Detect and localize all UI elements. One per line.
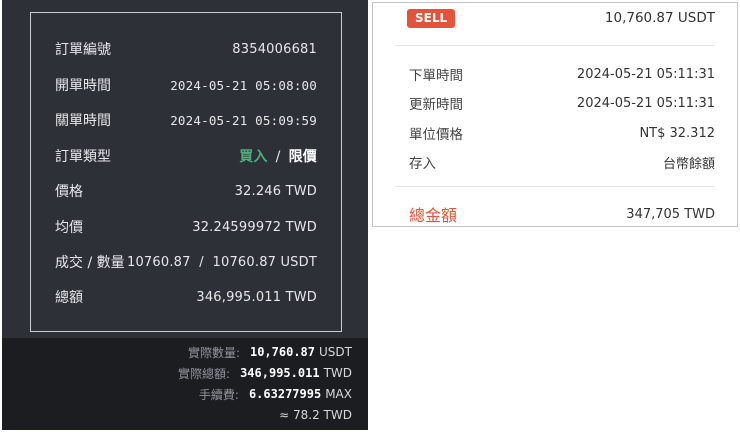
actual-total-label: 實際總額: — [178, 366, 231, 381]
type-separator: / — [275, 149, 281, 165]
filled-qty-value: 10760.87 / 10760.87 USDT — [126, 254, 317, 270]
avg-price-value: 32.24599972 TWD — [192, 219, 317, 235]
open-time-value: 2024-05-21 05:08:00 — [170, 77, 317, 93]
settlement-footer: 實際數量: 10,760.87 USDT 實際總額: 346,995.011 TWD… — [2, 338, 368, 430]
grand-total-value: 347,705 TWD — [626, 206, 715, 222]
total-value: 346,995.011 TWD — [196, 289, 317, 305]
close-time-value: 2024-05-21 05:09:59 — [170, 112, 317, 128]
order-detail-box: 訂單編號 8354006681 開單時間 2024-05-21 05:08:00… — [30, 12, 342, 332]
order-id-label: 訂單編號 — [55, 42, 111, 58]
divider — [395, 45, 715, 46]
order-type-value: 買入 / 限價 — [239, 146, 317, 166]
limit-type-text: 限價 — [288, 149, 317, 165]
sell-amount: 10,760.87 USDT — [604, 10, 715, 26]
fee-value: 6.63277995 — [248, 387, 322, 401]
actual-qty-value: 10,760.87 — [249, 345, 316, 359]
deposit-label: 存入 — [409, 156, 436, 172]
close-time-row: 關單時間 2024-05-21 05:09:59 — [55, 108, 317, 132]
price-row: 價格 32.246 TWD — [55, 179, 317, 203]
unit-price-value: NT$ 32.312 — [639, 125, 715, 141]
actual-total-value: 346,995.011 — [240, 366, 320, 380]
total-row: 總額 346,995.011 TWD — [55, 285, 317, 309]
open-time-label: 開單時間 — [55, 78, 111, 94]
sell-badge: SELL — [407, 9, 456, 28]
deposit-value: 台幣餘額 — [662, 156, 715, 172]
actual-qty-row: 實際數量: 10,760.87 USDT — [188, 342, 352, 362]
close-time-label: 關單時間 — [55, 113, 111, 129]
placed-time-label: 下單時間 — [409, 68, 463, 84]
fee-row: 手續費: 6.63277995 MAX — [199, 384, 352, 404]
price-label: 價格 — [55, 184, 83, 200]
actual-qty-group: 10,760.87 USDT — [250, 345, 352, 359]
filled-qty-row: 成交 / 數量 10760.87 / 10760.87 USDT — [55, 250, 317, 274]
filled-qty-label: 成交 / 數量 — [55, 255, 125, 271]
grand-total-row: 總金額 347,705 TWD — [409, 203, 715, 225]
actual-total-group: 346,995.011 TWD — [240, 366, 352, 380]
grand-total-label: 總金額 — [409, 206, 458, 225]
unit-price-label: 單位價格 — [409, 127, 463, 143]
actual-total-unit: TWD — [323, 366, 352, 380]
total-label: 總額 — [55, 290, 83, 306]
updated-time-row: 更新時間 2024-05-21 05:11:31 — [409, 92, 715, 114]
open-time-row: 開單時間 2024-05-21 05:08:00 — [55, 73, 317, 97]
placed-time-row: 下單時間 2024-05-21 05:11:31 — [409, 63, 715, 85]
order-type-label: 訂單類型 — [55, 149, 111, 165]
fee-unit: MAX — [325, 387, 352, 401]
unit-price-row: 單位價格 NT$ 32.312 — [409, 122, 715, 144]
order-id-row: 訂單編號 8354006681 — [55, 37, 317, 61]
avg-price-label: 均價 — [55, 220, 83, 236]
actual-qty-unit: USDT — [319, 345, 352, 359]
fee-approx-row: ≈ 78.2 TWD — [279, 405, 352, 425]
order-id-value: 8354006681 — [232, 41, 317, 57]
sell-order-card: SELL 10,760.87 USDT 下單時間 2024-05-21 05:1… — [372, 2, 738, 227]
avg-price-row: 均價 32.24599972 TWD — [55, 215, 317, 239]
buy-side-text: 買入 — [239, 149, 268, 165]
deposit-row: 存入 台幣餘額 — [409, 151, 715, 173]
price-value: 32.246 TWD — [234, 183, 317, 199]
actual-qty-label: 實際數量: — [187, 345, 240, 360]
order-detail-panel: 訂單編號 8354006681 開單時間 2024-05-21 05:08:00… — [2, 0, 368, 430]
divider — [395, 186, 715, 187]
updated-time-value: 2024-05-21 05:11:31 — [576, 95, 715, 111]
fee-group: 6.63277995 MAX — [249, 387, 352, 401]
placed-time-value: 2024-05-21 05:11:31 — [576, 66, 715, 82]
order-type-row: 訂單類型 買入 / 限價 — [55, 144, 317, 168]
actual-total-row: 實際總額: 346,995.011 TWD — [178, 363, 352, 383]
fee-approx-value: ≈ 78.2 TWD — [279, 408, 352, 422]
updated-time-label: 更新時間 — [409, 97, 463, 113]
fee-label: 手續費: — [198, 387, 239, 402]
